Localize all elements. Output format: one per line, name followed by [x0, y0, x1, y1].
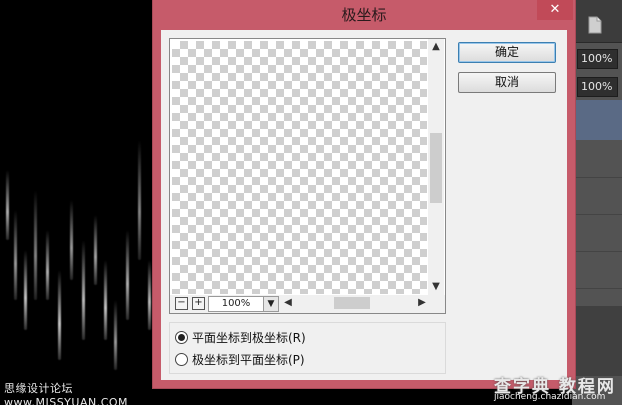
preview-controls: − + 100% ▼ ◀ ▶ [170, 295, 445, 313]
cancel-button[interactable]: 取消 [458, 72, 556, 93]
watermark-url: jiaocheng.chazidian.com [494, 392, 606, 402]
preview-pane: ▲ ▼ − + 100% ▼ ◀ ▶ [169, 38, 446, 314]
layer-row[interactable] [572, 215, 622, 252]
radio-rect-to-polar[interactable] [175, 330, 188, 344]
layer-row[interactable] [572, 252, 622, 289]
option-polar-to-rect[interactable]: 极坐标到平面坐标(P) [175, 350, 305, 368]
watermark-logo: 查字典 教程网 jiaocheng.chazidian.com [488, 372, 622, 405]
layer-row-selected[interactable] [572, 100, 622, 140]
radio-polar-to-rect[interactable] [175, 352, 188, 366]
conversion-options: 平面坐标到极坐标(R) 极坐标到平面坐标(P) [169, 322, 446, 374]
ps-panel-header [572, 0, 622, 43]
horizontal-scroll-thumb[interactable] [334, 297, 370, 309]
arrow-right-icon[interactable]: ▶ [416, 295, 428, 311]
zoom-out-button[interactable]: − [175, 297, 188, 310]
arrow-left-icon[interactable]: ◀ [282, 295, 294, 311]
close-icon: ✕ [549, 2, 561, 17]
ps-side-panel: 100% ▸ 100% ▸ [572, 0, 622, 405]
zoom-in-button[interactable]: + [192, 297, 205, 310]
polar-coordinates-dialog: 极坐标 ✕ ▲ ▼ − + 100% ▼ ◀ ▶ 确定 取消 平面坐标到极坐标(… [153, 0, 575, 388]
radio-label: 平面坐标到极坐标(R) [192, 330, 306, 345]
ok-button[interactable]: 确定 [458, 42, 556, 63]
close-button[interactable]: ✕ [537, 0, 573, 20]
transparency-preview[interactable] [172, 41, 427, 294]
arrow-up-icon[interactable]: ▲ [428, 39, 444, 55]
dialog-body: ▲ ▼ − + 100% ▼ ◀ ▶ 确定 取消 平面坐标到极坐标(R) 极坐标… [161, 30, 567, 380]
chevron-down-icon[interactable]: ▼ [263, 296, 279, 312]
radio-label: 极坐标到平面坐标(P) [192, 352, 305, 367]
opacity-field[interactable]: 100% ▸ [577, 49, 618, 69]
option-rect-to-polar[interactable]: 平面坐标到极坐标(R) [175, 328, 306, 346]
layer-row[interactable] [572, 178, 622, 215]
arrow-down-icon[interactable]: ▼ [428, 279, 444, 295]
layer-row[interactable] [572, 141, 622, 178]
fill-field[interactable]: 100% ▸ [577, 77, 618, 97]
zoom-level-field[interactable]: 100% [208, 296, 264, 312]
canvas-area: 思缘设计论坛 www.MISSYUAN.COM [0, 0, 160, 405]
scroll-thumb[interactable] [430, 133, 442, 203]
layers-empty-area [572, 306, 622, 376]
dialog-title: 极坐标 [341, 6, 387, 24]
document-icon[interactable] [587, 16, 603, 34]
vertical-scrollbar[interactable]: ▲ ▼ [428, 39, 444, 295]
watermark-left: 思缘设计论坛 www.MISSYUAN.COM [4, 382, 129, 405]
